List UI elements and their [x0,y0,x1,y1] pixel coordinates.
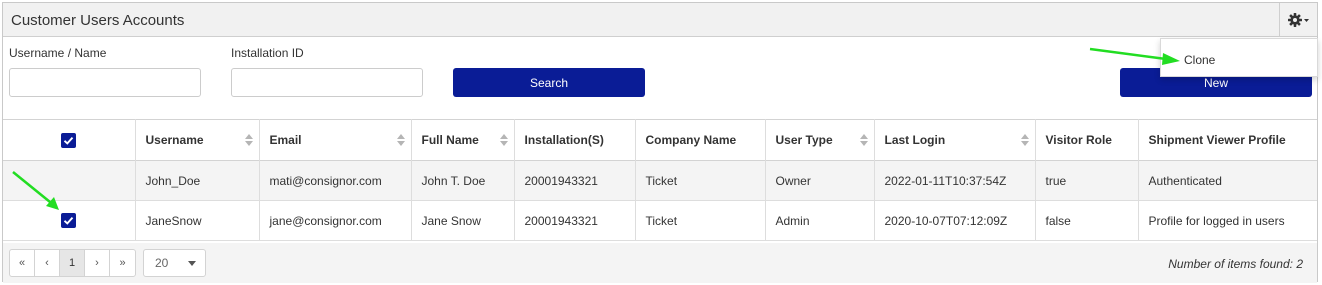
column-header-installations: Installation(S) [514,119,636,161]
installation-id-input[interactable] [231,68,423,97]
sort-icon [396,134,405,146]
gear-icon [1287,13,1309,27]
sort-icon [499,134,508,146]
page-size-select[interactable]: 20 [143,249,206,277]
cell-full-name: Jane Snow [411,200,515,241]
column-header-user-type[interactable]: User Type [765,119,875,161]
row-checkbox[interactable] [61,213,77,229]
username-label: Username / Name [9,46,107,60]
page-size-value: 20 [155,256,169,270]
cell-last-login: 2020-10-07T07:12:09Z [874,200,1036,241]
sort-icon [1020,134,1029,146]
panel-header: Customer Users Accounts [3,3,1317,37]
row-checkbox-cell[interactable] [3,200,136,241]
column-header-last-login[interactable]: Last Login [874,119,1036,161]
table-row[interactable]: JaneSnow jane@consignor.com Jane Snow 20… [3,200,1317,241]
cell-email: jane@consignor.com [259,200,412,241]
cell-username: JaneSnow [135,200,260,241]
cell-visitor-role: false [1035,200,1139,241]
table-row[interactable]: John_Doe mati@consignor.com John T. Doe … [3,160,1317,201]
pagination: « ‹ 1 › » [9,249,136,277]
cell-username: John_Doe [135,160,260,201]
last-page-button[interactable]: » [110,250,135,276]
cell-company-name: Ticket [635,160,766,201]
column-header-email[interactable]: Email [259,119,412,161]
column-header-full-name[interactable]: Full Name [411,119,515,161]
sort-icon [859,134,868,146]
cell-company-name: Ticket [635,200,766,241]
cell-full-name: John T. Doe [411,160,515,201]
column-header-shipment-viewer-profile: Shipment Viewer Profile [1148,133,1286,147]
clone-menu-item[interactable]: Clone [1184,53,1215,67]
cell-last-login: 2022-01-11T10:37:54Z [874,160,1036,201]
chevron-down-icon [188,261,196,266]
checkmark-icon [64,136,74,145]
row-checkbox-cell[interactable] [3,160,136,201]
cell-user-type: Owner [765,160,875,201]
sort-icon [244,134,253,146]
next-page-button[interactable]: › [85,250,110,276]
cell-shipment-viewer-profile: Authenticated [1148,173,1222,188]
select-all-header [3,119,136,161]
search-button[interactable]: Search [453,68,645,97]
users-table: Username Email Full Name Installation(S)… [3,119,1317,241]
users-table-container: Username Email Full Name Installation(S)… [3,119,1317,241]
items-found-count: Number of items found: 2 [1168,257,1303,271]
page-title: Customer Users Accounts [11,12,185,29]
caret-down-icon [1303,19,1309,22]
customer-users-panel: Customer Users Accounts Username / Name … [2,2,1318,283]
cell-visitor-role: true [1035,160,1139,201]
cell-shipment-viewer-profile: Profile for logged in users [1148,213,1285,228]
cell-user-type: Admin [765,200,875,241]
table-footer: « ‹ 1 › » 20 Number of items found: 2 [3,243,1317,283]
cell-installation: 20001943321 [514,200,636,241]
previous-page-button[interactable]: ‹ [35,250,60,276]
page-number-button[interactable]: 1 [60,250,85,276]
column-header-visitor-role: Visitor Role [1035,119,1139,161]
select-all-checkbox[interactable] [61,132,77,148]
settings-dropdown-button[interactable] [1279,3,1317,37]
first-page-button[interactable]: « [10,250,35,276]
column-header-username[interactable]: Username [135,119,260,161]
settings-dropdown-menu: Clone [1160,38,1318,77]
cell-installation: 20001943321 [514,160,636,201]
installation-label: Installation ID [231,46,304,60]
table-header-row: Username Email Full Name Installation(S)… [3,119,1317,161]
column-header-company-name: Company Name [635,119,766,161]
cell-email: mati@consignor.com [259,160,412,201]
checkmark-icon [64,217,74,225]
username-input[interactable] [9,68,201,97]
